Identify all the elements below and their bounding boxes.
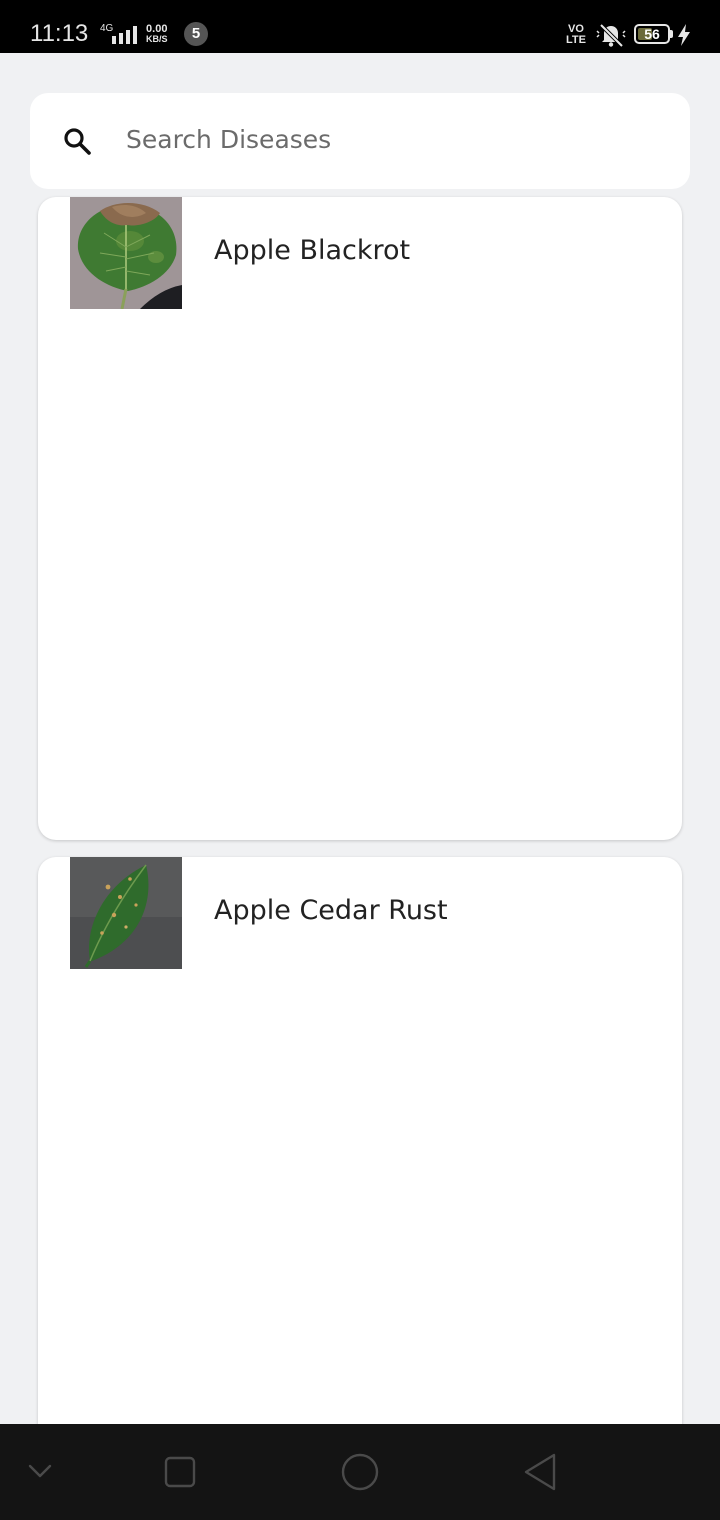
chevron-down-icon[interactable] [0,1424,120,1520]
bell-muted-icon [596,23,626,48]
network-speed: 0.00 KB/S [146,23,168,45]
speed-value: 0.00 [146,23,168,35]
disease-card-apple-cedar-rust[interactable]: Apple Cedar Rust [38,857,682,1477]
home-circle-icon[interactable] [300,1424,420,1520]
search-input[interactable] [126,118,646,160]
search-icon [64,128,91,155]
leaf-blackrot-image [70,197,182,309]
status-time: 11:13 [30,20,89,47]
recents-square-icon[interactable] [120,1424,240,1520]
signal-icon [112,26,137,44]
disease-name: Apple Blackrot [214,235,411,266]
charging-bolt-icon [678,24,690,46]
disease-card-apple-blackrot[interactable]: Apple Blackrot [38,197,682,840]
status-bar: 11:13 4G 0.00 KB/S 5 VO LTE 56 [0,0,720,53]
speed-unit: KB/S [146,34,168,44]
back-triangle-icon[interactable] [480,1424,600,1520]
volte-indicator: VO LTE [566,24,586,46]
volte-bottom: LTE [566,34,586,46]
battery-level: 56 [644,26,660,42]
disease-name: Apple Cedar Rust [214,895,448,926]
battery-icon: 56 [634,24,670,44]
system-nav-bar [0,1424,720,1520]
leaf-cedar-rust-image [70,857,182,969]
battery-tip [670,30,673,38]
notification-badge: 5 [184,22,208,46]
